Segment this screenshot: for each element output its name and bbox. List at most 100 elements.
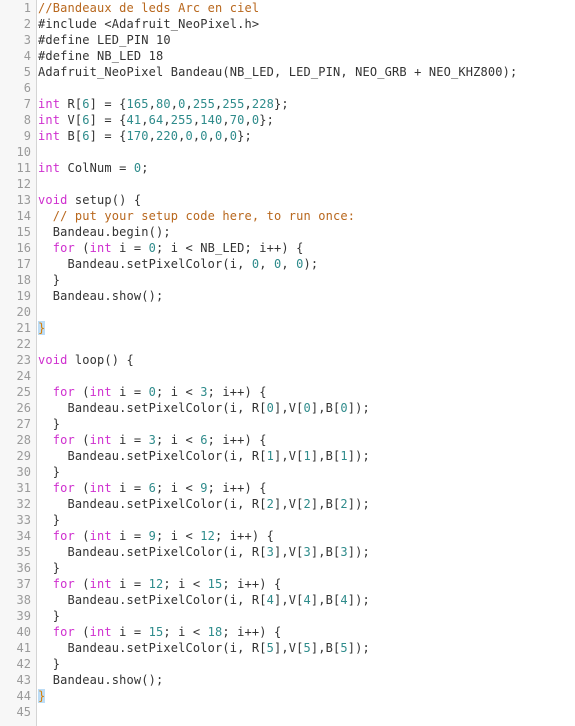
code-line[interactable]: 25 for (int i = 0; i < 3; i++) { bbox=[0, 384, 575, 400]
token-number: 64 bbox=[148, 113, 164, 127]
code-line[interactable]: 42 } bbox=[0, 656, 575, 672]
code-text[interactable]: } bbox=[38, 656, 575, 672]
code-line[interactable]: 8 int V[6] = {41,64,255,140,70,0}; bbox=[0, 112, 575, 128]
code-text[interactable]: for (int i = 6; i < 9; i++) { bbox=[38, 480, 575, 496]
code-line[interactable]: 13 void setup() { bbox=[0, 192, 575, 208]
code-text[interactable]: int V[6] = {41,64,255,140,70,0}; bbox=[38, 112, 575, 128]
code-line[interactable]: 43 Bandeau.show(); bbox=[0, 672, 575, 688]
code-line[interactable]: 40 for (int i = 15; i < 18; i++) { bbox=[0, 624, 575, 640]
token-plain: ( bbox=[74, 625, 90, 639]
code-text[interactable]: Bandeau.show(); bbox=[38, 672, 575, 688]
token-keyword: for bbox=[52, 625, 75, 639]
code-line[interactable]: 15 Bandeau.begin(); bbox=[0, 224, 575, 240]
code-line[interactable]: 6 bbox=[0, 80, 575, 96]
code-line[interactable]: 4 #define NB_LED 18 bbox=[0, 48, 575, 64]
code-line[interactable]: 45 bbox=[0, 704, 575, 720]
code-text[interactable]: Bandeau.setPixelColor(i, R[0],V[0],B[0])… bbox=[38, 400, 575, 416]
code-line[interactable]: 31 for (int i = 6; i < 9; i++) { bbox=[0, 480, 575, 496]
code-line[interactable]: 26 Bandeau.setPixelColor(i, R[0],V[0],B[… bbox=[0, 400, 575, 416]
code-text[interactable]: int ColNum = 0; bbox=[38, 160, 575, 176]
code-line[interactable]: 36 } bbox=[0, 560, 575, 576]
code-text[interactable]: int B[6] = {170,220,0,0,0,0}; bbox=[38, 128, 575, 144]
code-text[interactable]: Adafruit_NeoPixel Bandeau(NB_LED, LED_PI… bbox=[38, 64, 575, 80]
code-line[interactable]: 30 } bbox=[0, 464, 575, 480]
code-line[interactable]: 18 } bbox=[0, 272, 575, 288]
code-text[interactable]: Bandeau.setPixelColor(i, R[3],V[3],B[3])… bbox=[38, 544, 575, 560]
code-line[interactable]: 41 Bandeau.setPixelColor(i, R[5],V[5],B[… bbox=[0, 640, 575, 656]
code-text[interactable]: void setup() { bbox=[38, 192, 575, 208]
code-line[interactable]: 9 int B[6] = {170,220,0,0,0,0}; bbox=[0, 128, 575, 144]
token-plain: }; bbox=[237, 129, 252, 143]
code-line[interactable]: 33 } bbox=[0, 512, 575, 528]
code-line[interactable]: 38 Bandeau.setPixelColor(i, R[4],V[4],B[… bbox=[0, 592, 575, 608]
code-editor[interactable]: 1 //Bandeaux de leds Arc en ciel 2 #include… bbox=[0, 0, 575, 726]
code-text[interactable]: } bbox=[38, 464, 575, 480]
token-keyword: int bbox=[89, 577, 112, 591]
code-line[interactable]: 16 for (int i = 0; i < NB_LED; i++) { bbox=[0, 240, 575, 256]
token-plain: }; bbox=[274, 97, 289, 111]
code-text[interactable]: } bbox=[38, 272, 575, 288]
code-line[interactable]: 10 bbox=[0, 144, 575, 160]
code-text[interactable]: Bandeau.begin(); bbox=[38, 224, 575, 240]
code-text[interactable]: Bandeau.show(); bbox=[38, 288, 575, 304]
code-line[interactable]: 24 bbox=[0, 368, 575, 384]
code-line[interactable]: 5 Adafruit_NeoPixel Bandeau(NB_LED, LED_P… bbox=[0, 64, 575, 80]
code-line[interactable]: 17 Bandeau.setPixelColor(i, 0, 0, 0); bbox=[0, 256, 575, 272]
code-text[interactable]: } bbox=[38, 320, 575, 336]
code-line[interactable]: 28 for (int i = 3; i < 6; i++) { bbox=[0, 432, 575, 448]
token-brace-match: } bbox=[38, 321, 46, 335]
code-line[interactable]: 2 #include <Adafruit_NeoPixel.h> bbox=[0, 16, 575, 32]
token-number: 3 bbox=[266, 545, 274, 559]
code-text[interactable]: Bandeau.setPixelColor(i, R[2],V[2],B[2])… bbox=[38, 496, 575, 512]
code-line[interactable]: 19 Bandeau.show(); bbox=[0, 288, 575, 304]
code-text[interactable]: for (int i = 9; i < 12; i++) { bbox=[38, 528, 575, 544]
code-text[interactable]: Bandeau.setPixelColor(i, R[5],V[5],B[5])… bbox=[38, 640, 575, 656]
code-text[interactable]: #define LED_PIN 10 bbox=[38, 32, 575, 48]
code-line[interactable]: 3 #define LED_PIN 10 bbox=[0, 32, 575, 48]
code-text[interactable]: } bbox=[38, 416, 575, 432]
code-text[interactable]: } bbox=[38, 512, 575, 528]
code-text[interactable]: for (int i = 3; i < 6; i++) { bbox=[38, 432, 575, 448]
code-line[interactable]: 12 bbox=[0, 176, 575, 192]
code-line[interactable]: 32 Bandeau.setPixelColor(i, R[2],V[2],B[… bbox=[0, 496, 575, 512]
code-text[interactable]: #define NB_LED 18 bbox=[38, 48, 575, 64]
code-line[interactable]: 21} bbox=[0, 320, 575, 336]
code-text[interactable]: } bbox=[38, 608, 575, 624]
code-text[interactable]: for (int i = 0; i < NB_LED; i++) { bbox=[38, 240, 575, 256]
line-number: 15 bbox=[16, 225, 31, 239]
code-text[interactable]: for (int i = 12; i < 15; i++) { bbox=[38, 576, 575, 592]
token-number: 15 bbox=[207, 577, 223, 591]
code-text[interactable]: Bandeau.setPixelColor(i, R[4],V[4],B[4])… bbox=[38, 592, 575, 608]
code-line[interactable]: 29 Bandeau.setPixelColor(i, R[1],V[1],B[… bbox=[0, 448, 575, 464]
code-text[interactable]: } bbox=[38, 688, 575, 704]
code-text[interactable]: Bandeau.setPixelColor(i, 0, 0, 0); bbox=[38, 256, 575, 272]
code-text[interactable]: for (int i = 15; i < 18; i++) { bbox=[38, 624, 575, 640]
code-line[interactable]: 20 bbox=[0, 304, 575, 320]
code-line[interactable]: 39 } bbox=[0, 608, 575, 624]
code-line[interactable]: 37 for (int i = 12; i < 15; i++) { bbox=[0, 576, 575, 592]
code-line[interactable]: 7 int R[6] = {165,80,0,255,255,228}; bbox=[0, 96, 575, 112]
token-plain: setup() { bbox=[67, 193, 142, 207]
token-number: 255 bbox=[192, 97, 215, 111]
code-line[interactable]: 22 bbox=[0, 336, 575, 352]
code-line[interactable]: 27 } bbox=[0, 416, 575, 432]
code-line[interactable]: 11 int ColNum = 0; bbox=[0, 160, 575, 176]
code-text[interactable]: int R[6] = {165,80,0,255,255,228}; bbox=[38, 96, 575, 112]
code-line[interactable]: 23 void loop() { bbox=[0, 352, 575, 368]
code-line[interactable]: 1 //Bandeaux de leds Arc en ciel bbox=[0, 0, 575, 16]
code-text[interactable]: Bandeau.setPixelColor(i, R[1],V[1],B[1])… bbox=[38, 448, 575, 464]
code-text[interactable]: // put your setup code here, to run once… bbox=[38, 208, 575, 224]
token-plain: ; i < bbox=[156, 433, 201, 447]
code-lines-container[interactable]: 1 //Bandeaux de leds Arc en ciel 2 #include… bbox=[0, 0, 575, 720]
code-line[interactable]: 35 Bandeau.setPixelColor(i, R[3],V[3],B[… bbox=[0, 544, 575, 560]
code-text[interactable]: for (int i = 0; i < 3; i++) { bbox=[38, 384, 575, 400]
token-keyword: for bbox=[52, 529, 75, 543]
code-text[interactable]: void loop() { bbox=[38, 352, 575, 368]
code-text[interactable]: } bbox=[38, 560, 575, 576]
token-number: 0 bbox=[185, 129, 193, 143]
code-text[interactable]: #include <Adafruit_NeoPixel.h> bbox=[38, 16, 575, 32]
code-text[interactable]: //Bandeaux de leds Arc en ciel bbox=[38, 0, 575, 16]
code-line[interactable]: 14 // put your setup code here, to run o… bbox=[0, 208, 575, 224]
code-line[interactable]: 44} bbox=[0, 688, 575, 704]
code-line[interactable]: 34 for (int i = 9; i < 12; i++) { bbox=[0, 528, 575, 544]
